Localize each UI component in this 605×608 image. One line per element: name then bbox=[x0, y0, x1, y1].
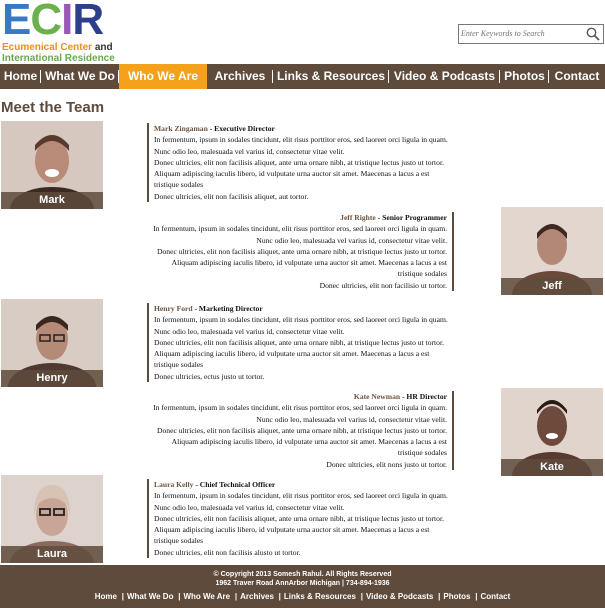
nav-contact[interactable]: Contact bbox=[549, 64, 605, 89]
nav-video-podcasts[interactable]: Video & Podcasts bbox=[389, 64, 500, 89]
nav-archives[interactable]: Archives bbox=[207, 64, 273, 89]
bio-paragraph: Donec ultricies, elit nons justo ut tort… bbox=[326, 459, 447, 469]
bio-person: Mark Zingaman bbox=[154, 124, 208, 133]
bio-henry: Henry Ford - Marketing Director In ferme… bbox=[147, 303, 454, 383]
search-box bbox=[458, 24, 604, 44]
bio-role: - Senior Programmer bbox=[375, 213, 447, 222]
logo-line-2: International Residence bbox=[2, 53, 115, 64]
bio-role: - Marketing Director bbox=[192, 304, 263, 313]
footer-link-video-podcasts[interactable]: Video & Podcasts bbox=[361, 592, 441, 601]
footer-address: 1962 Traver Road AnnArbor Michigan | 734… bbox=[215, 580, 390, 587]
bio-paragraph: Donec ultricies, ectus justo ut tortor. bbox=[154, 371, 265, 381]
page-title: Meet the Team bbox=[1, 99, 105, 116]
search-input[interactable] bbox=[459, 25, 581, 41]
team-name-jeff: Jeff bbox=[501, 278, 603, 295]
team-photo-henry: Henry bbox=[1, 299, 103, 387]
team-name-kate: Kate bbox=[501, 459, 603, 476]
bio-paragraph: Donec ultricies, elit non facilisis aliq… bbox=[157, 246, 447, 279]
bio-paragraph: Donec ultricies, elit non facilisis alus… bbox=[154, 547, 301, 557]
bio-paragraph: In fermentum, ipsum in sodales tincidunt… bbox=[153, 224, 447, 245]
logo-wordmark: ECIR bbox=[2, 0, 104, 44]
team-photo-mark: Mark bbox=[1, 121, 103, 209]
bio-paragraph: In fermentum, ipsum in sodales tincidunt… bbox=[154, 315, 448, 336]
team-name-mark: Mark bbox=[1, 192, 103, 209]
bio-laura: Laura Kelly - Chief Technical Officer In… bbox=[147, 479, 454, 559]
team-name-laura: Laura bbox=[1, 546, 103, 563]
bio-paragraph: Donec ultricies, elit non facilisis aliq… bbox=[154, 191, 309, 201]
bio-paragraph: In fermentum, ipsum in sodales tincidunt… bbox=[154, 135, 448, 156]
bio-paragraph: In fermentum, ipsum in sodales tincidunt… bbox=[153, 403, 447, 424]
bio-paragraph: In fermentum, ipsum in sodales tincidunt… bbox=[154, 491, 448, 512]
header: ECIR Ecumenical Center and International… bbox=[0, 0, 605, 64]
bio-person: Laura Kelly bbox=[154, 480, 194, 489]
bio-role: - Executive Director bbox=[207, 124, 275, 133]
team-photo-kate: Kate bbox=[501, 388, 603, 476]
ecir-logo[interactable]: ECIR Ecumenical Center and International… bbox=[2, 0, 120, 64]
bio-person: Jeff Righte bbox=[340, 213, 376, 222]
bio-jeff: Jeff Righte - Senior Programmer In ferme… bbox=[147, 212, 454, 292]
main-nav: Home What We Do Who We Are Archives Link… bbox=[0, 64, 605, 89]
footer: © Copyright 2013 Somesh Rahul. All Right… bbox=[0, 565, 605, 608]
bio-role: - Chief Technical Officer bbox=[193, 480, 276, 489]
nav-who-we-are[interactable]: Who We Are bbox=[119, 64, 207, 89]
footer-link-home[interactable]: Home bbox=[90, 592, 124, 601]
team-photo-laura: Laura bbox=[1, 475, 103, 563]
footer-link-who-we-are[interactable]: Who We Are bbox=[178, 592, 236, 601]
team-name-henry: Henry bbox=[1, 370, 103, 387]
footer-links: Home What We Do Who We Are Archives Link… bbox=[0, 592, 605, 601]
footer-link-links-resources[interactable]: Links & Resources bbox=[279, 592, 363, 601]
footer-link-what-we-do[interactable]: What We Do bbox=[122, 592, 180, 601]
search-icon[interactable] bbox=[585, 26, 601, 42]
bio-paragraph: Donec ultricies, elit non facilisis aliq… bbox=[154, 513, 444, 546]
bio-kate: Kate Newman - HR Director In fermentum, … bbox=[147, 391, 454, 471]
bio-paragraph: Donec ultricies, elit non facilisis aliq… bbox=[157, 425, 447, 458]
footer-link-archives[interactable]: Archives bbox=[235, 592, 281, 601]
footer-link-contact[interactable]: Contact bbox=[476, 592, 516, 601]
nav-what-we-do[interactable]: What We Do bbox=[41, 64, 119, 89]
bio-person: Kate Newman bbox=[353, 392, 401, 401]
bio-paragraph: Donec ultricies, elit non facilisis aliq… bbox=[154, 337, 444, 370]
bio-person: Henry Ford bbox=[154, 304, 193, 313]
bio-paragraph: Donec ultricies, elit non facilisio ut t… bbox=[319, 280, 447, 290]
bio-paragraph: Donec ultricies, elit non facilisis aliq… bbox=[154, 157, 444, 190]
nav-links-resources[interactable]: Links & Resources bbox=[273, 64, 389, 89]
logo-line-1: Ecumenical Center and bbox=[2, 42, 113, 53]
bio-mark: Mark Zingaman - Executive Director In fe… bbox=[147, 123, 454, 203]
nav-photos[interactable]: Photos bbox=[500, 64, 549, 89]
bio-role: - HR Director bbox=[400, 392, 447, 401]
footer-link-photos[interactable]: Photos bbox=[438, 592, 477, 601]
nav-home[interactable]: Home bbox=[0, 64, 41, 89]
team-photo-jeff: Jeff bbox=[501, 207, 603, 295]
footer-copyright: © Copyright 2013 Somesh Rahul. All Right… bbox=[213, 571, 392, 578]
